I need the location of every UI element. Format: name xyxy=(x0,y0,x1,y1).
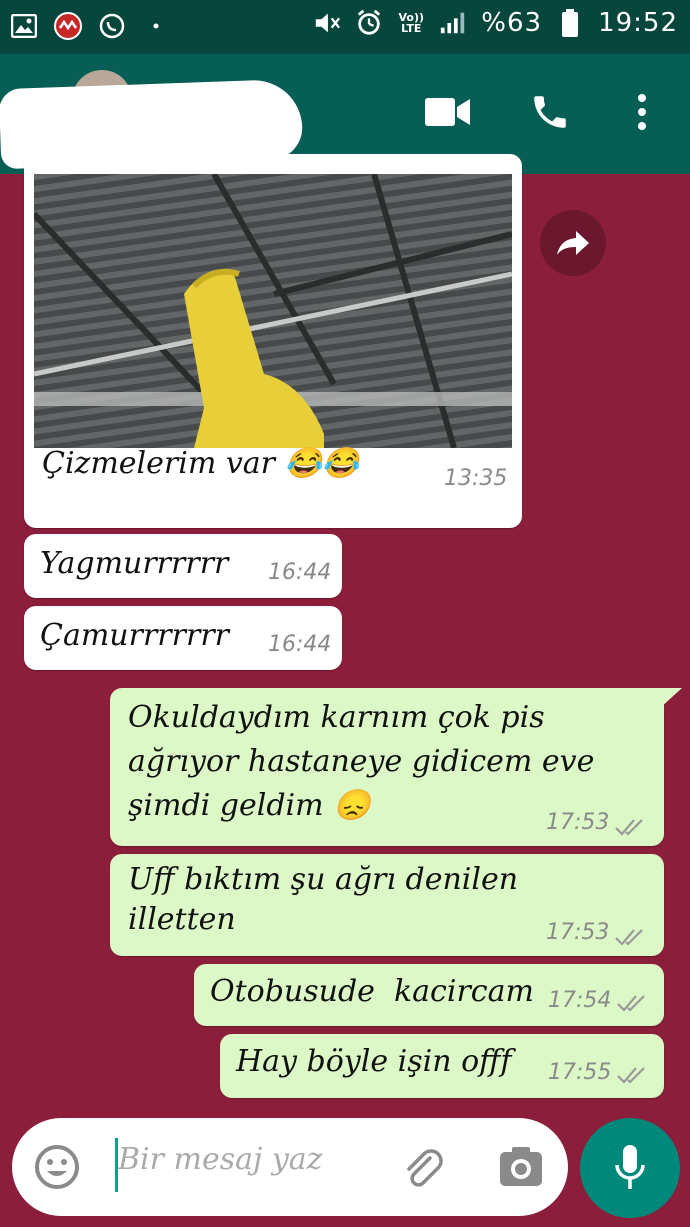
image-message[interactable]: Çizmelerim var 😂😂 13:35 xyxy=(24,154,522,528)
status-bar: Vo)) LTE %63 19:52 xyxy=(0,0,690,54)
photo-content xyxy=(34,174,512,448)
message-line: Okuldaydım karnım çok pis xyxy=(128,700,545,735)
phone-icon[interactable] xyxy=(526,88,574,136)
message-time: 17:54 xyxy=(548,988,612,1013)
more-vert-icon[interactable] xyxy=(618,88,666,136)
app-notification-icon xyxy=(54,12,82,40)
forward-button[interactable] xyxy=(540,210,606,276)
forward-icon xyxy=(557,231,589,255)
message-time: 13:35 xyxy=(444,466,508,491)
camera-icon[interactable] xyxy=(496,1142,546,1192)
message-text: Uff bıktım şu ağrı denilen illetten xyxy=(128,860,518,940)
read-receipt-icon xyxy=(617,1067,645,1084)
message-time: 16:44 xyxy=(268,560,332,585)
read-receipt-icon xyxy=(615,819,643,836)
message-text: Yagmurrrrrr xyxy=(40,546,229,581)
message-line: illetten xyxy=(128,902,236,937)
status-clock: 19:52 xyxy=(598,8,678,38)
volte-icon: Vo)) LTE xyxy=(398,11,425,35)
whatsapp-notification-icon xyxy=(98,12,126,40)
signal-icon xyxy=(439,9,467,37)
alarm-icon xyxy=(355,9,383,37)
image-caption: Çizmelerim var 😂😂 xyxy=(42,446,360,481)
mic-icon xyxy=(615,1145,645,1189)
message-text: Otobusude kacircam xyxy=(210,974,534,1009)
message-text: Çamurrrrrrr xyxy=(40,618,229,653)
message-line: şimdi geldim 😞 xyxy=(128,788,371,823)
chat-messages[interactable]: Çizmelerim var 😂😂 13:35 Yagmurrrrrr 16:4… xyxy=(0,154,690,1114)
message-input[interactable]: Bir mesaj yaz xyxy=(118,1142,322,1177)
attach-icon[interactable] xyxy=(398,1142,448,1192)
outgoing-message[interactable]: Hay böyle işin offf 17:55 xyxy=(220,1034,664,1098)
video-call-icon[interactable] xyxy=(424,88,472,136)
message-photo[interactable] xyxy=(34,174,512,448)
message-time: 17:53 xyxy=(546,920,610,945)
message-time: 16:44 xyxy=(268,632,332,657)
message-time: 17:53 xyxy=(546,810,610,835)
message-line: ağrıyor hastaneye gidicem eve xyxy=(128,744,595,779)
gallery-notification-icon xyxy=(10,12,38,40)
status-system: Vo)) LTE %63 19:52 xyxy=(313,8,678,38)
bubble-tail xyxy=(660,688,682,708)
incoming-message[interactable]: Yagmurrrrrr 16:44 xyxy=(24,534,342,598)
message-time: 17:55 xyxy=(548,1060,612,1085)
mute-icon xyxy=(313,9,341,37)
battery-icon xyxy=(556,9,584,37)
message-text: Okuldaydım karnım çok pis ağrıyor hastan… xyxy=(128,696,594,828)
outgoing-message[interactable]: Uff bıktım şu ağrı denilen illetten 17:5… xyxy=(110,854,664,956)
emoji-icon[interactable] xyxy=(32,1142,82,1192)
message-composer[interactable]: Bir mesaj yaz xyxy=(12,1118,568,1216)
dot-indicator-icon xyxy=(142,12,170,40)
outgoing-message[interactable]: Okuldaydım karnım çok pis ağrıyor hastan… xyxy=(110,688,664,846)
voice-message-button[interactable] xyxy=(580,1118,680,1218)
message-text: Hay böyle işin offf xyxy=(236,1044,512,1079)
outgoing-message[interactable]: Otobusude kacircam 17:54 xyxy=(194,964,664,1026)
incoming-message[interactable]: Çamurrrrrrr 16:44 xyxy=(24,606,342,670)
status-notifications xyxy=(10,12,170,40)
read-receipt-icon xyxy=(617,995,645,1012)
read-receipt-icon xyxy=(615,929,643,946)
message-line: Uff bıktım şu ağrı denilen xyxy=(128,862,519,897)
battery-percent: %63 xyxy=(481,8,543,38)
